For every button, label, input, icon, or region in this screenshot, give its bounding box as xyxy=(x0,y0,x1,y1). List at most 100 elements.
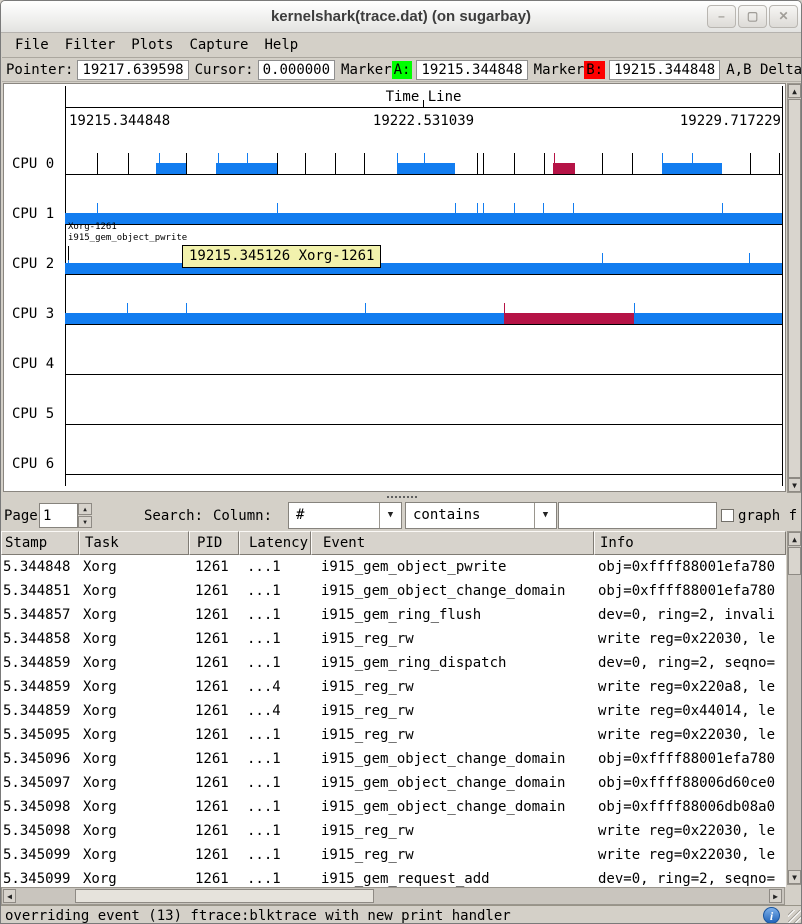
menu-capture[interactable]: Capture xyxy=(181,35,256,55)
cell-stamp: 5.344858 xyxy=(1,627,79,651)
graph-scrollbar-thumb[interactable] xyxy=(788,99,801,478)
marker-a-badge[interactable]: A: xyxy=(392,61,413,79)
cell-latency: ...4 xyxy=(239,699,311,723)
hover-event-label: i915_gem_object_pwrite xyxy=(68,233,187,244)
chevron-down-icon[interactable]: ▼ xyxy=(534,503,556,528)
kernelshark-window: kernelshark(trace.dat) (on sugarbay) – ▢… xyxy=(0,0,802,924)
graph-follows-checkbox[interactable] xyxy=(721,509,734,522)
column-label: Column: xyxy=(213,508,272,524)
table-row[interactable]: 5.344857Xorg1261...1i915_gem_ring_flushd… xyxy=(1,603,786,627)
scroll-down-icon[interactable]: ▼ xyxy=(788,870,801,884)
cpu-baseline xyxy=(65,274,782,275)
cell-pid: 1261 xyxy=(189,723,239,747)
chevron-down-icon[interactable]: ▼ xyxy=(379,503,401,528)
cell-info: obj=0xffff88001efa780 xyxy=(594,747,786,771)
column-header-event[interactable]: Event xyxy=(311,531,594,555)
marker-b-label: Marker xyxy=(534,62,585,78)
table-row[interactable]: 5.344859Xorg1261...4i915_reg_rwwrite reg… xyxy=(1,675,786,699)
scroll-right-icon[interactable]: ▶ xyxy=(769,889,782,903)
spin-down-icon[interactable]: ▼ xyxy=(78,516,92,528)
cpu-task-bar[interactable] xyxy=(156,163,187,174)
event-tick xyxy=(186,153,187,174)
column-select[interactable]: # ▼ xyxy=(288,502,402,529)
table-row[interactable]: 5.345099Xorg1261...1i915_gem_request_add… xyxy=(1,867,786,887)
cell-pid: 1261 xyxy=(189,579,239,603)
cpu-task-bar[interactable] xyxy=(397,163,455,174)
cell-stamp: 5.344857 xyxy=(1,603,79,627)
table-row[interactable]: 5.345098Xorg1261...1i915_gem_object_chan… xyxy=(1,795,786,819)
marker-b-value: 19215.344848 xyxy=(609,60,720,80)
table-row[interactable]: 5.345099Xorg1261...1i915_reg_rwwrite reg… xyxy=(1,843,786,867)
event-tick xyxy=(424,153,425,174)
event-tick xyxy=(544,153,545,174)
cell-latency: ...1 xyxy=(239,723,311,747)
scroll-up-icon[interactable]: ▲ xyxy=(788,84,801,98)
table-row[interactable]: 5.344859Xorg1261...1i915_gem_ring_dispat… xyxy=(1,651,786,675)
event-tick xyxy=(455,203,456,224)
page-spinbox[interactable] xyxy=(39,503,78,528)
event-tick xyxy=(692,153,693,174)
menu-help[interactable]: Help xyxy=(256,35,306,55)
table-row[interactable]: 5.345096Xorg1261...1i915_gem_object_chan… xyxy=(1,747,786,771)
cpu-task-bar[interactable] xyxy=(65,213,782,224)
search-input[interactable] xyxy=(558,502,717,529)
scroll-left-icon[interactable]: ◀ xyxy=(3,889,16,903)
maximize-button[interactable]: ▢ xyxy=(738,5,767,28)
info-icon[interactable]: i xyxy=(763,907,780,924)
event-tick xyxy=(277,203,278,224)
title-bar[interactable]: kernelshark(trace.dat) (on sugarbay) – ▢… xyxy=(1,1,801,33)
cpu-task-bar[interactable] xyxy=(504,313,634,324)
cpu-task-bar[interactable] xyxy=(553,163,575,174)
cell-stamp: 5.344859 xyxy=(1,699,79,723)
menu-file[interactable]: File xyxy=(7,35,57,55)
table-row[interactable]: 5.345097Xorg1261...1i915_gem_object_chan… xyxy=(1,771,786,795)
cell-stamp: 5.345097 xyxy=(1,771,79,795)
cell-info: obj=0xffff88006db08a0 xyxy=(594,795,786,819)
column-header-stamp[interactable]: Stamp xyxy=(1,531,79,555)
cell-task: Xorg xyxy=(79,579,189,603)
event-tick xyxy=(543,203,544,224)
cell-event: i915_reg_rw xyxy=(311,819,594,843)
cpu-task-bar[interactable] xyxy=(65,313,782,324)
scroll-up-icon[interactable]: ▲ xyxy=(788,532,801,546)
cell-task: Xorg xyxy=(79,819,189,843)
cpu-label: CPU 5 xyxy=(12,406,54,422)
resize-grip-icon[interactable] xyxy=(788,910,802,924)
timeline-canvas[interactable]: Time Line 19215.344848 19222.531039 1922… xyxy=(3,83,786,492)
table-horizontal-scrollbar[interactable]: ◀ ▶ xyxy=(1,887,785,905)
marker-b-badge[interactable]: B: xyxy=(584,61,605,79)
table-row[interactable]: 5.344848Xorg1261...1i915_gem_object_pwri… xyxy=(1,555,786,579)
table-vertical-scrollbar[interactable]: ▲ ▼ xyxy=(787,531,802,885)
menu-plots[interactable]: Plots xyxy=(123,35,181,55)
cell-stamp: 5.345098 xyxy=(1,795,79,819)
event-tick xyxy=(364,153,365,174)
graph-vertical-scrollbar[interactable]: ▲ ▼ xyxy=(787,83,802,493)
cell-event: i915_gem_object_change_domain xyxy=(311,771,594,795)
table-row[interactable]: 5.345098Xorg1261...1i915_reg_rwwrite reg… xyxy=(1,819,786,843)
column-header-task[interactable]: Task xyxy=(79,531,189,555)
table-row[interactable]: 5.344859Xorg1261...4i915_reg_rwwrite reg… xyxy=(1,699,786,723)
graph-follows-label: graph f xyxy=(738,508,797,524)
page-label: Page xyxy=(4,508,38,524)
cell-info: write reg=0x220a8, le xyxy=(594,675,786,699)
table-row[interactable]: 5.344858Xorg1261...1i915_reg_rwwrite reg… xyxy=(1,627,786,651)
cpu-baseline xyxy=(65,374,782,375)
table-row[interactable]: 5.345095Xorg1261...1i915_reg_rwwrite reg… xyxy=(1,723,786,747)
spin-up-icon[interactable]: ▲ xyxy=(78,503,92,515)
h-scrollbar-thumb[interactable] xyxy=(75,889,374,903)
scroll-down-icon[interactable]: ▼ xyxy=(788,478,801,492)
event-tick xyxy=(602,153,603,174)
table-row[interactable]: 5.344851Xorg1261...1i915_gem_object_chan… xyxy=(1,579,786,603)
table-scrollbar-thumb[interactable] xyxy=(788,547,801,575)
close-button[interactable]: ✕ xyxy=(769,5,798,28)
cpu-task-bar[interactable] xyxy=(65,263,782,274)
column-header-info[interactable]: Info xyxy=(594,531,786,555)
column-header-latency[interactable]: Latency xyxy=(239,531,311,555)
column-header-pid[interactable]: PID xyxy=(189,531,239,555)
minimize-button[interactable]: – xyxy=(707,5,736,28)
plot-right-border xyxy=(782,86,783,486)
menu-filter[interactable]: Filter xyxy=(57,35,124,55)
cell-task: Xorg xyxy=(79,651,189,675)
cpu-label: CPU 3 xyxy=(12,306,54,322)
match-select[interactable]: contains ▼ xyxy=(405,502,557,529)
